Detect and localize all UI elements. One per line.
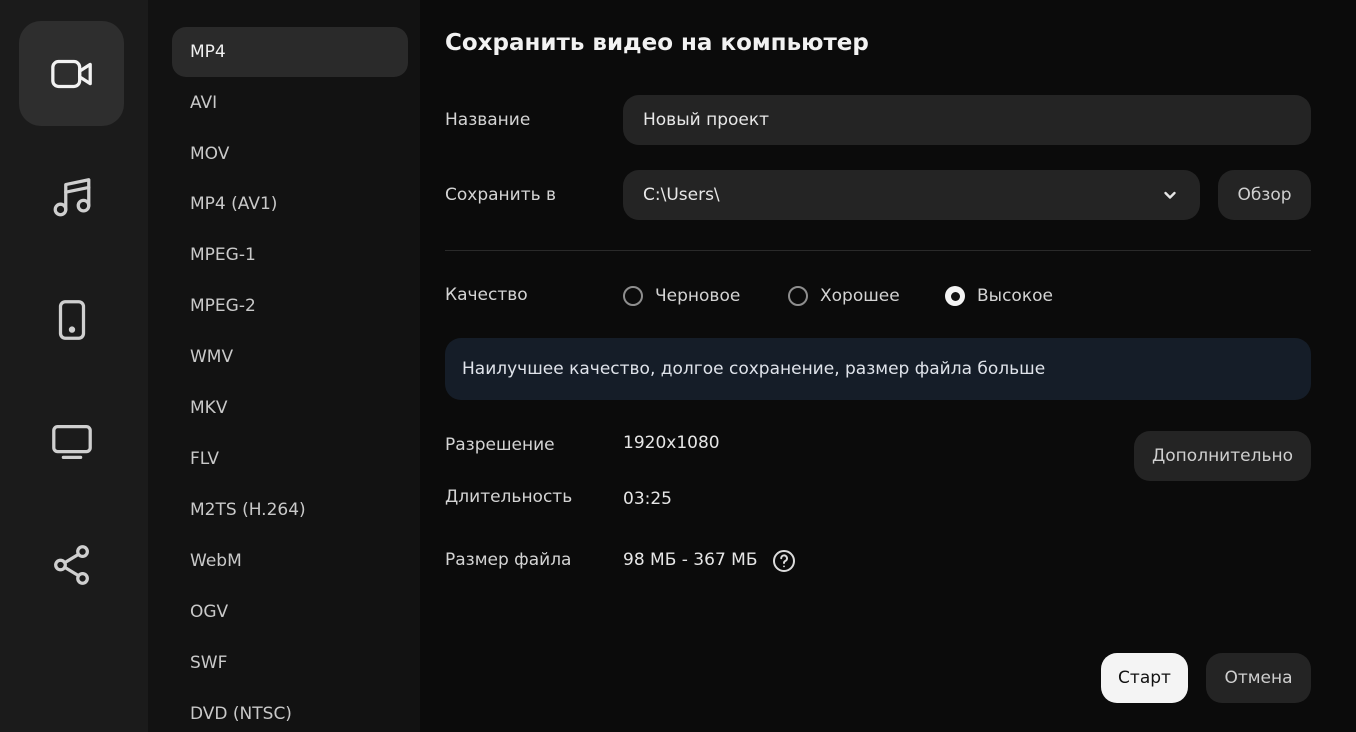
format-item-mkv[interactable]: MKV — [172, 383, 408, 433]
export-settings-panel: Сохранить видео на компьютер Название Но… — [420, 0, 1356, 732]
share-icon — [53, 544, 89, 585]
video-camera-icon — [50, 59, 92, 88]
quality-option-label: Хорошее — [820, 286, 900, 306]
format-item-wmv[interactable]: WMV — [172, 332, 408, 382]
format-item-dvd-ntsc[interactable]: DVD (NTSC) — [172, 689, 408, 732]
quality-info-text: Наилучшее качество, долгое сохранение, р… — [462, 359, 1046, 379]
chevron-down-icon — [1164, 191, 1176, 199]
radio-circle-checked — [945, 286, 965, 306]
quality-label: Качество — [445, 285, 528, 305]
quality-option-label: Черновое — [655, 286, 741, 306]
quality-info-box: Наилучшее качество, долгое сохранение, р… — [445, 338, 1311, 400]
page-title: Сохранить видео на компьютер — [445, 30, 869, 56]
tv-monitor-icon — [51, 424, 92, 459]
project-name-value: Новый проект — [643, 110, 770, 130]
radio-circle — [623, 286, 643, 306]
format-item-mp4[interactable]: MP4 — [172, 27, 408, 77]
category-rail — [0, 0, 148, 732]
section-divider — [445, 250, 1311, 251]
music-note-icon — [53, 177, 90, 216]
resolution-label: Разрешение — [445, 435, 555, 455]
duration-value: 03:25 — [623, 489, 672, 509]
category-tv-button[interactable] — [19, 389, 124, 494]
save-path-select[interactable]: C:\Users\ — [623, 170, 1200, 220]
format-item-swf[interactable]: SWF — [172, 638, 408, 688]
category-video-button[interactable] — [19, 21, 124, 126]
filesize-label: Размер файла — [445, 550, 572, 570]
category-mobile-button[interactable] — [19, 267, 124, 372]
duration-label: Длительность — [445, 487, 573, 507]
format-item-mpeg1[interactable]: MPEG-1 — [172, 230, 408, 280]
quality-radio-high[interactable]: Высокое — [945, 283, 1053, 309]
radio-circle — [788, 286, 808, 306]
filesize-value: 98 МБ - 367 МБ — [623, 550, 758, 570]
resolution-value: 1920x1080 — [623, 433, 720, 453]
advanced-button[interactable]: Дополнительно — [1134, 431, 1311, 481]
cancel-button[interactable]: Отмена — [1206, 653, 1311, 703]
name-label: Название — [445, 110, 531, 130]
start-button[interactable]: Старт — [1101, 653, 1188, 703]
category-audio-button[interactable] — [19, 144, 124, 249]
quality-radio-draft[interactable]: Черновое — [623, 283, 740, 309]
format-item-webm[interactable]: WebM — [172, 536, 408, 586]
quality-option-label: Высокое — [977, 286, 1053, 306]
format-item-m2ts[interactable]: M2TS (H.264) — [172, 485, 408, 535]
mobile-phone-icon — [58, 299, 85, 340]
format-list: MP4 AVI MOV MP4 (AV1) MPEG-1 MPEG-2 WMV … — [148, 0, 420, 732]
format-item-avi[interactable]: AVI — [172, 78, 408, 128]
format-item-mov[interactable]: MOV — [172, 129, 408, 179]
quality-radio-good[interactable]: Хорошее — [788, 283, 900, 309]
save-to-label: Сохранить в — [445, 185, 557, 205]
export-dialog: MP4 AVI MOV MP4 (AV1) MPEG-1 MPEG-2 WMV … — [0, 0, 1356, 732]
save-path-value: C:\Users\ — [643, 185, 720, 205]
category-share-button[interactable] — [19, 512, 124, 617]
project-name-input[interactable]: Новый проект — [623, 95, 1311, 145]
help-question-icon[interactable] — [772, 549, 796, 573]
format-item-mp4-av1[interactable]: MP4 (AV1) — [172, 179, 408, 229]
format-item-ogv[interactable]: OGV — [172, 587, 408, 637]
format-item-flv[interactable]: FLV — [172, 434, 408, 484]
format-item-mpeg2[interactable]: MPEG-2 — [172, 281, 408, 331]
browse-button[interactable]: Обзор — [1218, 170, 1311, 220]
